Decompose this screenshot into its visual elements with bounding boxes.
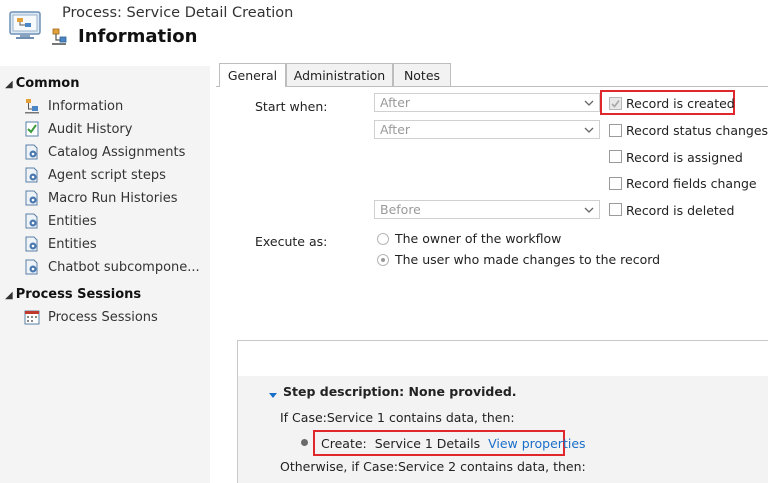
- audit-history-icon: [24, 121, 40, 137]
- process-title: Process: Service Detail Creation: [62, 5, 294, 21]
- record-is-deleted-label: Record is deleted: [626, 203, 735, 218]
- record-is-created-checkbox[interactable]: [609, 97, 622, 110]
- bullet-icon: [301, 439, 308, 446]
- record-status-changes-checkbox[interactable]: [609, 124, 622, 137]
- process-icon: [8, 8, 42, 42]
- record-is-assigned-label: Record is assigned: [626, 150, 743, 165]
- collapse-triangle-icon: ◢: [5, 290, 13, 301]
- left-navigation: ◢ Common Information Audit History Catalo…: [0, 66, 210, 483]
- record-is-created-label: Record is created: [626, 96, 735, 111]
- related-entity-icon: [24, 167, 40, 183]
- step-toolbar-area: [238, 341, 768, 376]
- condition-line-1: If Case:Service 1 contains data, then:: [280, 410, 515, 425]
- record-fields-change-checkbox[interactable]: [609, 177, 622, 190]
- chevron-down-icon: [583, 204, 595, 216]
- nav-item-audit-history[interactable]: Audit History: [24, 119, 132, 139]
- record-is-deleted-checkbox[interactable]: [609, 203, 622, 216]
- nav-item-information[interactable]: Information: [24, 96, 123, 116]
- nav-item-entities[interactable]: Entities: [24, 211, 97, 231]
- calendar-icon: [24, 309, 40, 325]
- checkmark-icon: [611, 100, 620, 108]
- related-entity-icon: [24, 259, 40, 275]
- record-fields-change-label: Record fields change: [626, 176, 757, 191]
- page-title: Information: [78, 26, 198, 47]
- nav-item-chatbot-subcomponents[interactable]: Chatbot subcompone...: [24, 257, 200, 277]
- owner-of-workflow-radio[interactable]: [377, 233, 389, 245]
- user-who-made-changes-radio[interactable]: [377, 254, 389, 266]
- nav-item-entities-2[interactable]: Entities: [24, 234, 97, 254]
- start-when-delete-select[interactable]: Before: [374, 200, 600, 219]
- tab-notes[interactable]: Notes: [393, 63, 451, 86]
- nav-item-process-sessions[interactable]: Process Sessions: [24, 307, 158, 327]
- chevron-down-icon: [583, 97, 595, 109]
- view-properties-link[interactable]: View properties: [488, 436, 585, 451]
- nav-item-agent-script-steps[interactable]: Agent script steps: [24, 165, 166, 185]
- nav-item-macro-run-histories[interactable]: Macro Run Histories: [24, 188, 177, 208]
- chevron-down-icon: [583, 124, 595, 136]
- related-entity-icon: [24, 190, 40, 206]
- expand-triangle-icon[interactable]: [268, 386, 278, 398]
- owner-of-workflow-label: The owner of the workflow: [395, 231, 562, 246]
- tab-administration[interactable]: Administration: [286, 63, 393, 86]
- execute-as-label: Execute as:: [255, 234, 328, 249]
- nav-item-catalog-assignments[interactable]: Catalog Assignments: [24, 142, 185, 162]
- user-who-made-changes-label: The user who made changes to the record: [395, 252, 661, 267]
- related-entity-icon: [24, 213, 40, 229]
- tab-bar-border: [216, 86, 768, 87]
- condition-line-2: Otherwise, if Case:Service 2 contains da…: [280, 459, 586, 474]
- record-status-changes-label: Record status changes: [626, 123, 768, 138]
- create-step: Create: Service 1 Details View propertie…: [321, 436, 586, 451]
- related-entity-icon: [24, 236, 40, 252]
- start-when-status-select[interactable]: After: [374, 120, 600, 139]
- step-description: Step description: None provided.: [283, 384, 517, 399]
- start-when-create-select[interactable]: After: [374, 93, 600, 112]
- collapse-triangle-icon: ◢: [5, 79, 13, 90]
- create-step-entity: Service 1 Details: [374, 436, 481, 451]
- record-is-assigned-checkbox[interactable]: [609, 150, 622, 163]
- start-when-label: Start when:: [255, 99, 328, 114]
- related-entity-icon: [24, 144, 40, 160]
- information-form-icon: [51, 28, 67, 46]
- information-form-icon: [24, 98, 40, 114]
- tab-general[interactable]: General: [219, 63, 286, 87]
- nav-section-common[interactable]: ◢ Common: [5, 76, 79, 91]
- nav-section-process-sessions[interactable]: ◢ Process Sessions: [5, 287, 141, 302]
